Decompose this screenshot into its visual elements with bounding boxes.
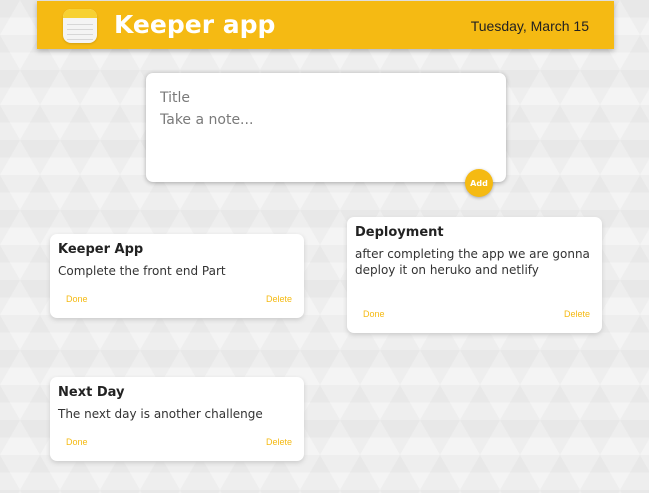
note-content-input[interactable]	[160, 112, 490, 134]
app-title: Keeper app	[114, 10, 276, 39]
create-note-form	[146, 73, 506, 182]
app-header: Keeper app Tuesday, March 15	[37, 1, 614, 49]
note-title: Keeper App	[58, 242, 144, 257]
done-button[interactable]: Done	[66, 437, 88, 447]
notepad-icon	[63, 9, 97, 43]
note-content: Complete the front end Part	[58, 264, 226, 278]
current-date: Tuesday, March 15	[470, 18, 589, 34]
delete-button[interactable]: Delete	[266, 437, 292, 447]
delete-button[interactable]: Delete	[266, 294, 292, 304]
note-card: Deployment after completing the app we a…	[347, 217, 602, 333]
add-note-button[interactable]: Add	[465, 169, 493, 197]
note-content: after completing the app we are gonna de…	[355, 247, 590, 277]
delete-button[interactable]: Delete	[564, 309, 590, 319]
note-content: The next day is another challenge	[58, 407, 263, 421]
note-title: Next Day	[58, 385, 125, 400]
done-button[interactable]: Done	[66, 294, 88, 304]
done-button[interactable]: Done	[363, 309, 385, 319]
note-card: Keeper App Complete the front end Part D…	[50, 234, 304, 318]
note-title: Deployment	[355, 225, 444, 240]
note-card: Next Day The next day is another challen…	[50, 377, 304, 461]
note-title-input[interactable]	[160, 88, 490, 108]
